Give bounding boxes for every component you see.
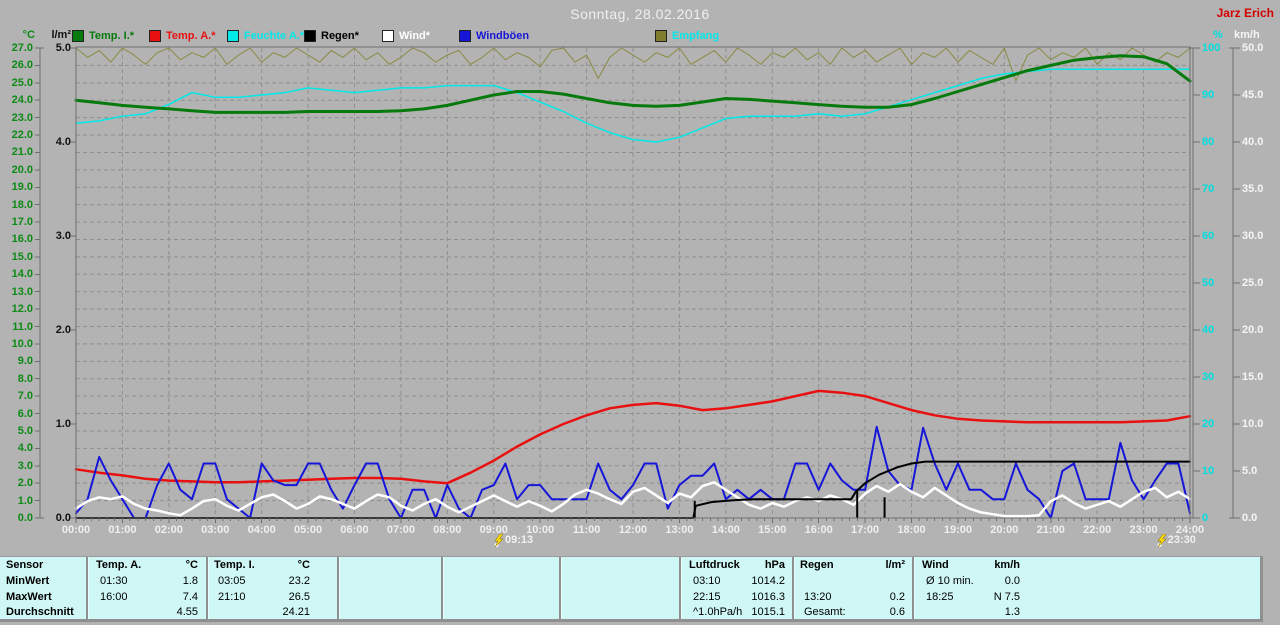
table-row-label: MaxWert bbox=[6, 591, 52, 603]
table-row-label: Sensor bbox=[6, 559, 44, 571]
weather-chart-window: Sonntag, 28.02.2016 Jarz Erich °C l/m² %… bbox=[0, 0, 1280, 625]
summary-table: Sensor MinWert MaxWert Durchschnitt Temp. A.… bbox=[0, 556, 1263, 622]
table-separator bbox=[441, 557, 444, 619]
table-separator bbox=[792, 557, 795, 619]
event-marker: 09:13 bbox=[494, 534, 533, 547]
table-value: 1.8 bbox=[182, 575, 198, 587]
table-value: 24.21 bbox=[282, 606, 310, 618]
event-marker-time: 09:13 bbox=[504, 534, 534, 546]
table-value: 23.2 bbox=[288, 575, 310, 587]
lightning-icon bbox=[494, 534, 504, 547]
table-row-label: Durchschnitt bbox=[6, 606, 74, 618]
table-separator bbox=[86, 557, 89, 619]
table-value: 26.5 bbox=[288, 591, 310, 603]
chart-plot bbox=[35, 46, 1240, 523]
table-value: 1015.1 bbox=[751, 606, 785, 618]
table-separator bbox=[679, 557, 682, 619]
event-marker: 23:30 bbox=[1157, 534, 1196, 547]
table-value: 1014.2 bbox=[751, 575, 785, 587]
table-value: 7.4 bbox=[182, 591, 198, 603]
table-separator bbox=[337, 557, 340, 619]
table-col-unit: °C bbox=[185, 559, 198, 571]
table-value: 1.3 bbox=[1004, 606, 1020, 618]
table-col-unit: l/m² bbox=[885, 559, 905, 571]
table-col-unit: °C bbox=[297, 559, 310, 571]
table-value: 4.55 bbox=[176, 606, 198, 618]
table-separator bbox=[559, 557, 562, 619]
table-value: 1016.3 bbox=[751, 591, 785, 603]
table-row-label: MinWert bbox=[6, 575, 50, 587]
table-value: N 7.5 bbox=[993, 591, 1020, 603]
lightning-icon bbox=[1157, 534, 1167, 547]
table-col-unit: km/h bbox=[994, 559, 1020, 571]
table-separator bbox=[912, 557, 915, 619]
event-marker-time: 23:30 bbox=[1167, 534, 1196, 546]
table-col-unit: hPa bbox=[764, 559, 785, 571]
grid-lines bbox=[76, 48, 1190, 518]
table-value: 0.0 bbox=[1004, 575, 1020, 587]
table-separator bbox=[206, 557, 209, 619]
table-value: 0.6 bbox=[889, 606, 905, 618]
table-value: 0.2 bbox=[889, 591, 905, 603]
